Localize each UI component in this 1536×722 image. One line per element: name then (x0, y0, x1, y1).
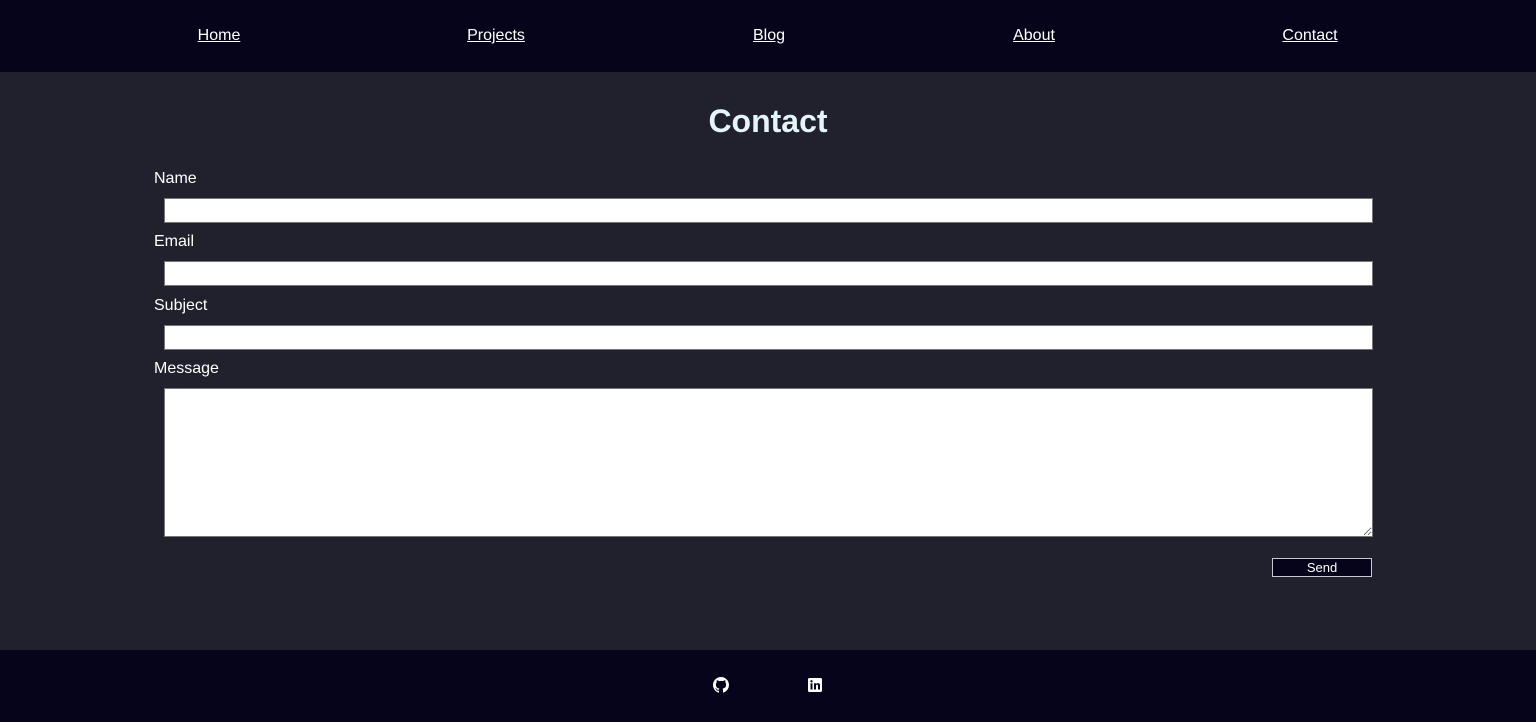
name-label: Name (154, 170, 197, 187)
nav-link-home[interactable]: Home (198, 27, 241, 45)
send-button[interactable]: Send (1272, 558, 1372, 577)
subject-field[interactable] (164, 325, 1373, 350)
github-icon (713, 677, 729, 693)
subject-label: Subject (154, 297, 208, 314)
nav-link-projects[interactable]: Projects (467, 27, 525, 45)
message-field[interactable] (164, 388, 1373, 537)
contact-section: Contact Name Email Subject Message Send (0, 72, 1536, 650)
linkedin-icon (808, 678, 822, 692)
email-label: Email (154, 233, 195, 250)
email-field[interactable] (164, 261, 1373, 286)
nav-link-blog[interactable]: Blog (753, 27, 785, 45)
linkedin-link[interactable] (807, 677, 823, 693)
top-nav: Home Projects Blog About Contact (0, 0, 1536, 72)
footer (0, 650, 1536, 722)
message-label: Message (154, 360, 219, 377)
nav-link-contact[interactable]: Contact (1282, 27, 1337, 45)
name-field[interactable] (164, 198, 1373, 223)
page-title: Contact (708, 103, 828, 139)
github-link[interactable] (713, 677, 729, 693)
nav-link-about[interactable]: About (1013, 27, 1055, 45)
